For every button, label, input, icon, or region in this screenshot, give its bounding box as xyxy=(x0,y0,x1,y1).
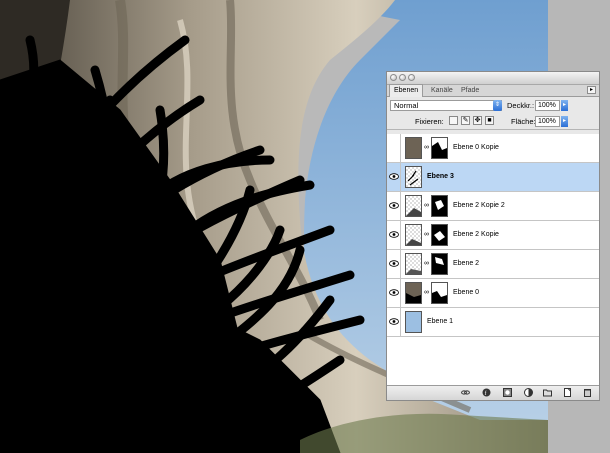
eye-icon xyxy=(389,173,399,180)
opacity-label: Deckkr.: xyxy=(507,101,535,110)
layer-row[interactable]: ∞ Ebene 2 Kopie 2 xyxy=(387,192,599,221)
layer-thumbnail[interactable] xyxy=(405,195,422,217)
lock-all-icon[interactable]: ■ xyxy=(485,116,494,125)
layer-thumbnail[interactable] xyxy=(405,253,422,275)
layer-mask-thumbnail[interactable] xyxy=(431,224,448,246)
palette-footer: f xyxy=(387,385,599,400)
lock-move-icon[interactable]: ✥ xyxy=(473,116,482,125)
palette-menu-icon[interactable]: ▸ xyxy=(587,86,596,94)
chain-link-icon: ∞ xyxy=(424,260,429,267)
palette-tabs: Ebenen Kanäle Pfade ▸ xyxy=(387,84,599,97)
layer-mask-thumbnail[interactable] xyxy=(431,137,448,159)
layer-mask-thumbnail[interactable] xyxy=(431,282,448,304)
visibility-toggle[interactable] xyxy=(387,250,401,278)
link-layers-icon[interactable] xyxy=(461,388,470,397)
visibility-toggle[interactable] xyxy=(387,279,401,307)
visibility-toggle[interactable] xyxy=(387,221,401,249)
layer-list: ∞ Ebene 0 Kopie Ebene 3 ∞ Ebene 2 Kopie … xyxy=(387,134,599,386)
layer-thumbnail[interactable] xyxy=(405,166,422,188)
new-group-icon[interactable] xyxy=(543,388,552,397)
visibility-toggle[interactable] xyxy=(387,134,401,162)
lock-transparency-icon[interactable] xyxy=(449,116,458,125)
fill-label: Fläche: xyxy=(511,117,536,126)
eye-icon xyxy=(389,260,399,267)
layer-name[interactable]: Ebene 2 Kopie xyxy=(453,231,499,238)
layer-name[interactable]: Ebene 0 xyxy=(453,289,479,296)
trash-icon[interactable] xyxy=(583,388,592,397)
layers-palette[interactable]: Ebenen Kanäle Pfade ▸ Normal ⇕ Deckkr.: … xyxy=(386,71,600,401)
layer-mask-thumbnail[interactable] xyxy=(431,253,448,275)
layer-name[interactable]: Ebene 2 xyxy=(453,260,479,267)
layer-row[interactable]: ∞ Ebene 2 xyxy=(387,250,599,279)
add-mask-icon[interactable] xyxy=(503,388,512,397)
layer-thumbnail[interactable] xyxy=(405,137,422,159)
layer-name[interactable]: Ebene 3 xyxy=(427,173,454,180)
adjustment-layer-icon[interactable] xyxy=(524,388,533,397)
layer-thumbnail[interactable] xyxy=(405,282,422,304)
minimize-icon[interactable] xyxy=(399,74,406,81)
chain-link-icon: ∞ xyxy=(424,231,429,238)
visibility-toggle[interactable] xyxy=(387,163,401,191)
layer-row[interactable]: Ebene 3 xyxy=(387,163,599,192)
eye-icon xyxy=(389,289,399,296)
layer-name[interactable]: Ebene 2 Kopie 2 xyxy=(453,202,505,209)
zoom-icon[interactable] xyxy=(408,74,415,81)
visibility-toggle[interactable] xyxy=(387,308,401,336)
layer-thumbnail[interactable] xyxy=(405,311,422,333)
opacity-slider-icon[interactable]: ▸ xyxy=(561,100,568,111)
chain-link-icon: ∞ xyxy=(424,202,429,209)
tab-channels[interactable]: Kanäle xyxy=(427,85,457,96)
layer-style-icon[interactable]: f xyxy=(482,388,491,397)
layer-row[interactable]: Ebene 1 xyxy=(387,308,599,337)
visibility-toggle[interactable] xyxy=(387,192,401,220)
layer-row[interactable]: ∞ Ebene 2 Kopie xyxy=(387,221,599,250)
lock-paint-icon[interactable]: ✎ xyxy=(461,116,470,125)
eye-icon xyxy=(389,318,399,325)
lock-label: Fixieren: xyxy=(415,117,444,126)
layer-mask-thumbnail[interactable] xyxy=(431,195,448,217)
close-icon[interactable] xyxy=(390,74,397,81)
layer-row[interactable]: ∞ Ebene 0 xyxy=(387,279,599,308)
blend-row: Normal ⇕ Deckkr.: 100% ▸ xyxy=(387,97,599,113)
opacity-field[interactable]: 100% xyxy=(535,100,560,111)
chain-link-icon: ∞ xyxy=(424,289,429,296)
layer-name[interactable]: Ebene 1 xyxy=(427,318,453,325)
lock-row: Fixieren: ✎ ✥ ■ Fläche: 100% ▸ xyxy=(387,113,599,130)
blend-mode-select[interactable]: Normal ⇕ xyxy=(390,100,502,111)
svg-text:f: f xyxy=(485,390,487,397)
tab-paths[interactable]: Pfade xyxy=(457,85,483,96)
chain-link-icon: ∞ xyxy=(424,144,429,151)
layer-thumbnail[interactable] xyxy=(405,224,422,246)
layer-name[interactable]: Ebene 0 Kopie xyxy=(453,144,499,151)
new-layer-icon[interactable] xyxy=(563,388,572,397)
tab-layers[interactable]: Ebenen xyxy=(389,84,424,97)
chevron-updown-icon[interactable]: ⇕ xyxy=(493,100,502,111)
fill-slider-icon[interactable]: ▸ xyxy=(561,116,568,127)
layer-row[interactable]: ∞ Ebene 0 Kopie xyxy=(387,134,599,163)
blend-mode-value: Normal xyxy=(394,101,419,110)
fill-field[interactable]: 100% xyxy=(535,116,560,127)
eye-icon xyxy=(389,202,399,209)
eye-icon xyxy=(389,231,399,238)
